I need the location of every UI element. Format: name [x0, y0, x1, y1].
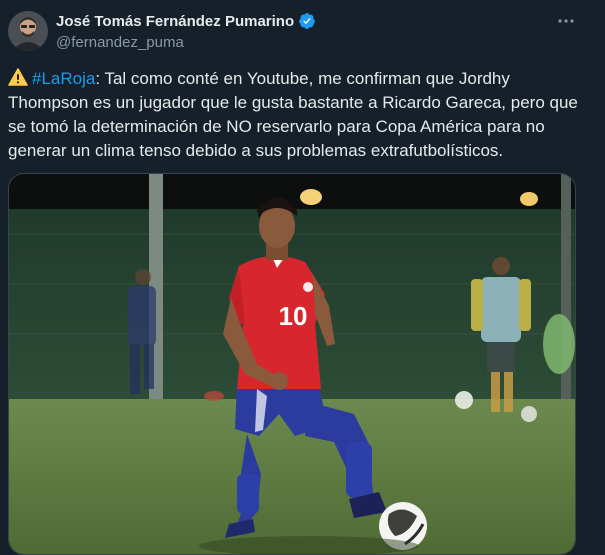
warning-emoji-icon: [8, 68, 28, 86]
tweet-photo[interactable]: 10: [8, 173, 576, 555]
avatar-image: [8, 11, 48, 51]
verified-badge-icon: [298, 12, 316, 30]
jersey-number: 10: [279, 301, 308, 331]
stadium-light: [520, 192, 538, 206]
hashtag-link[interactable]: #LaRoja: [32, 69, 95, 88]
author-handle[interactable]: @fernandez_puma: [56, 34, 184, 51]
photo-football-player: 10: [9, 174, 575, 554]
stadium-light: [300, 189, 322, 205]
author-row: José Tomás Fernández Pumarino: [56, 12, 316, 30]
tweet: José Tomás Fernández Pumarino @fernandez…: [0, 0, 605, 555]
more-options-icon[interactable]: [555, 10, 577, 32]
author-name[interactable]: José Tomás Fernández Pumarino: [56, 13, 294, 30]
tweet-text: #LaRoja: Tal como conté en Youtube, me c…: [8, 67, 583, 163]
avatar[interactable]: [8, 11, 48, 51]
